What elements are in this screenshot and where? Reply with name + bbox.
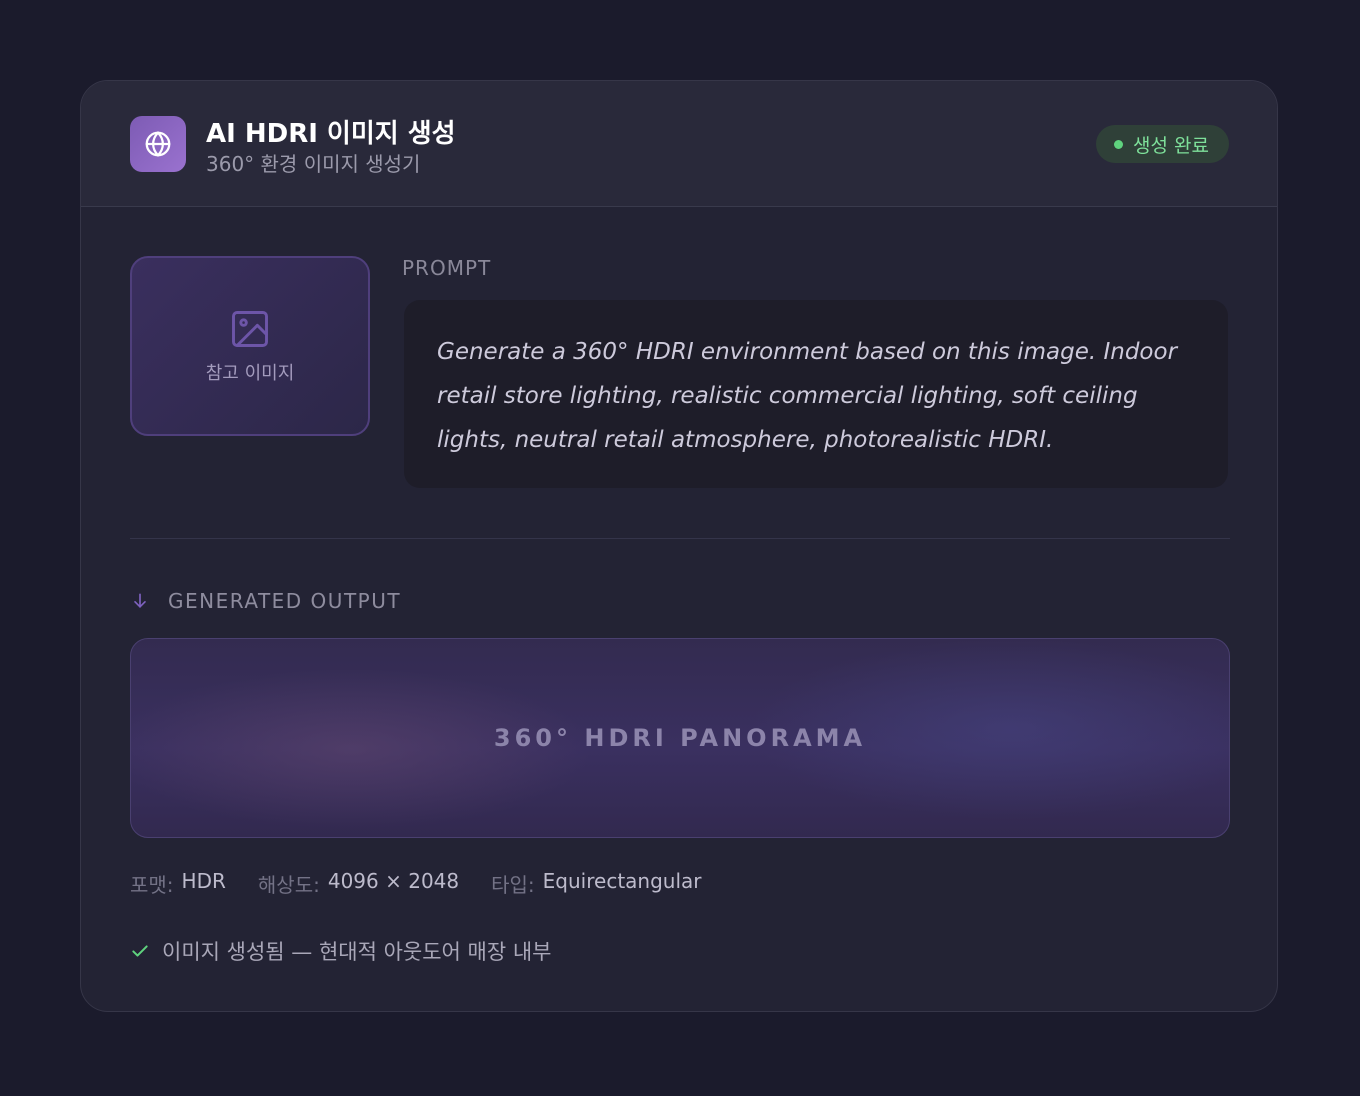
meta-format: 포맷: HDR: [130, 869, 226, 898]
status-dot-icon: [1114, 139, 1124, 149]
meta-type-value: Equirectangular: [542, 869, 702, 893]
generation-result: 이미지 생성됨 — 현대적 아웃도어 매장 내부: [130, 936, 552, 966]
meta-format-key: 포맷:: [130, 873, 174, 897]
status-label: 생성 완료: [1133, 134, 1209, 157]
status-badge: 생성 완료: [1096, 125, 1229, 163]
arrow-down-icon: [134, 593, 146, 608]
output-metadata: 포맷: HDR 해상도: 4096 × 2048 타입: Equirectang…: [130, 869, 702, 898]
meta-type-key: 타입:: [491, 873, 535, 897]
page-subtitle: 360° 환경 이미지 생성기: [206, 152, 421, 176]
image-icon: [232, 311, 268, 347]
prompt-text: Generate a 360° HDRI environment based o…: [404, 300, 1228, 488]
page-title: AI HDRI 이미지 생성: [206, 119, 456, 149]
output-section-header: GENERATED OUTPUT: [130, 589, 401, 613]
meta-resolution: 해상도: 4096 × 2048: [258, 869, 459, 898]
reference-image-label: 참고 이미지: [205, 363, 295, 384]
check-icon: [132, 945, 148, 957]
meta-resolution-value: 4096 × 2048: [327, 869, 460, 893]
prompt-label: PROMPT: [402, 256, 492, 280]
globe-icon: [130, 116, 186, 172]
meta-format-value: HDR: [181, 869, 226, 893]
output-label: GENERATED OUTPUT: [168, 589, 402, 613]
meta-type: 타입: Equirectangular: [491, 869, 701, 898]
panorama-label: 360° HDRI PANORAMA: [493, 724, 867, 752]
result-text: 이미지 생성됨 — 현대적 아웃도어 매장 내부: [162, 940, 552, 964]
hdri-panorama-preview[interactable]: 360° HDRI PANORAMA: [130, 638, 1230, 838]
reference-image[interactable]: 참고 이미지: [130, 256, 370, 436]
section-divider: [130, 538, 1230, 539]
meta-resolution-key: 해상도:: [257, 873, 320, 897]
card-header: AI HDRI 이미지 생성 360° 환경 이미지 생성기 생성 완료: [81, 81, 1277, 207]
hdri-generator-card: AI HDRI 이미지 생성 360° 환경 이미지 생성기 생성 완료 참고 …: [80, 80, 1278, 1012]
